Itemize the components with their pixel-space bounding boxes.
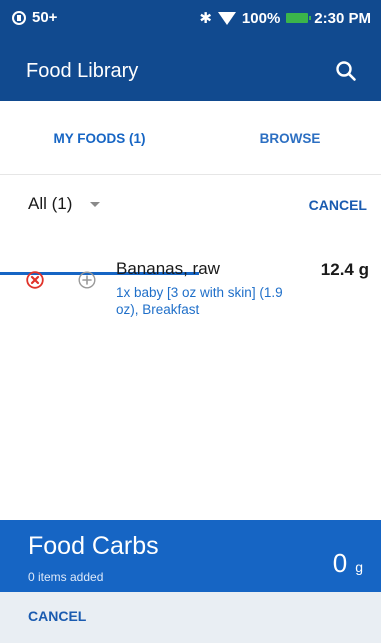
tab-my-foods[interactable]: MY FOODS (1) (0, 101, 199, 175)
notification-icon (12, 10, 26, 25)
bluetooth-icon: ✱ (199, 10, 212, 27)
page-title: Food Library (26, 60, 139, 82)
summary-carbs-unit: g (355, 559, 363, 575)
food-item-serving[interactable]: 1x baby [3 oz with skin] (1.9 oz), Break… (116, 284, 296, 318)
summary-items-count: 0 items added (28, 570, 104, 584)
app-screen: 50+ ✱ 100% 2:30 PM Food Library MY FOODS… (0, 0, 381, 643)
cancel-button[interactable]: CANCEL (28, 608, 86, 624)
filter-selected-label: All (1) (28, 194, 73, 213)
battery-percent: 100% (241, 9, 281, 27)
status-bar: 50+ ✱ 100% 2:30 PM (0, 0, 381, 44)
tab-browse[interactable]: BROWSE (199, 101, 381, 175)
remove-item-button[interactable] (26, 271, 44, 289)
battery-icon (286, 13, 312, 23)
food-carbs-summary: Food Carbs 0 items added 0 g (0, 520, 381, 592)
summary-value: 0 g (333, 548, 363, 579)
wifi-icon (217, 11, 236, 25)
status-time: 2:30 PM (314, 9, 371, 27)
add-circle-icon (78, 271, 96, 289)
status-left: 50+ (12, 9, 57, 26)
filter-dropdown[interactable]: All (1) (28, 194, 101, 214)
tab-bar: MY FOODS (1) BROWSE (0, 101, 381, 275)
app-header: Food Library (0, 44, 381, 101)
status-left-text: 50+ (32, 9, 58, 26)
cancel-filter-button[interactable]: CANCEL (309, 197, 367, 213)
food-item-carbs: 12.4 g (320, 260, 369, 279)
search-icon (336, 61, 356, 81)
status-right: ✱ 100% 2:30 PM (199, 9, 371, 28)
summary-carbs-number: 0 (332, 548, 348, 578)
bottom-action-bar: CANCEL (0, 592, 381, 643)
summary-title: Food Carbs (28, 532, 159, 560)
food-item-name[interactable]: Bananas, raw (116, 259, 220, 279)
remove-circle-icon (26, 271, 44, 289)
chevron-down-icon (90, 201, 101, 207)
search-button[interactable] (335, 60, 357, 82)
add-item-button[interactable] (78, 271, 96, 289)
